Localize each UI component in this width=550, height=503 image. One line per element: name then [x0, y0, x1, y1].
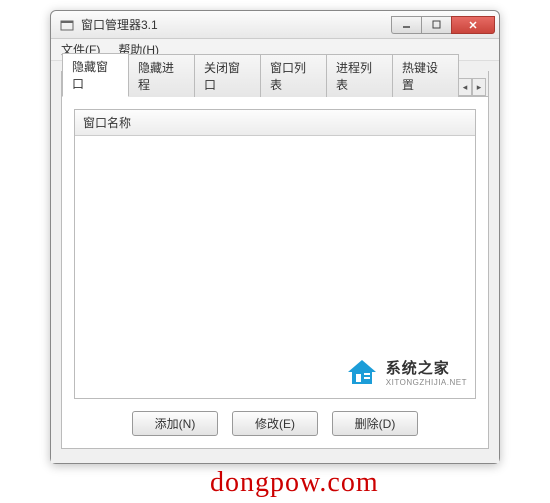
- app-icon: [59, 17, 75, 33]
- tab-panel-hide-window: 窗口名称 系统之家 XITONGZHIJIA.NET: [62, 97, 488, 448]
- watermark-en: XITONGZHIJIA.NET: [386, 378, 467, 387]
- maximize-button[interactable]: [421, 16, 451, 34]
- tab-process-list[interactable]: 进程列表: [326, 54, 393, 97]
- edit-button[interactable]: 修改(E): [232, 411, 318, 436]
- watermark: 系统之家 XITONGZHIJIA.NET: [344, 354, 467, 390]
- titlebar[interactable]: 窗口管理器3.1: [51, 11, 499, 39]
- column-header-window-name[interactable]: 窗口名称: [75, 110, 475, 136]
- footer-watermark: dongpow.com: [210, 467, 379, 499]
- window-controls: [391, 16, 495, 34]
- add-button[interactable]: 添加(N): [132, 411, 218, 436]
- house-icon: [344, 354, 380, 390]
- watermark-text: 系统之家 XITONGZHIJIA.NET: [386, 357, 467, 387]
- tab-strip: 隐藏窗口 隐藏进程 关闭窗口 窗口列表 进程列表 热键设置 ◂ ▸: [62, 71, 488, 97]
- tab-hide-process[interactable]: 隐藏进程: [128, 54, 195, 97]
- tab-scroll-nav: ◂ ▸: [458, 78, 488, 96]
- action-button-row: 添加(N) 修改(E) 删除(D): [74, 411, 476, 436]
- window-list-box[interactable]: 窗口名称 系统之家 XITONGZHIJIA.NET: [74, 109, 476, 399]
- window-title: 窗口管理器3.1: [81, 16, 391, 33]
- tab-hotkey-settings[interactable]: 热键设置: [392, 54, 459, 97]
- tab-scroll-left-icon[interactable]: ◂: [458, 78, 472, 96]
- minimize-button[interactable]: [391, 16, 421, 34]
- close-button[interactable]: [451, 16, 495, 34]
- tab-scroll-right-icon[interactable]: ▸: [472, 78, 486, 96]
- client-area: 隐藏窗口 隐藏进程 关闭窗口 窗口列表 进程列表 热键设置 ◂ ▸ 窗口名称: [51, 61, 499, 463]
- tab-close-window[interactable]: 关闭窗口: [194, 54, 261, 97]
- tab-window-list[interactable]: 窗口列表: [260, 54, 327, 97]
- watermark-cn: 系统之家: [386, 357, 467, 378]
- tab-hide-window[interactable]: 隐藏窗口: [62, 53, 129, 97]
- delete-button[interactable]: 删除(D): [332, 411, 418, 436]
- app-window: 窗口管理器3.1 文件(F) 帮助(H) 隐藏窗口 隐藏进程 关闭窗口 窗口列表…: [50, 10, 500, 464]
- tab-container: 隐藏窗口 隐藏进程 关闭窗口 窗口列表 进程列表 热键设置 ◂ ▸ 窗口名称: [61, 71, 489, 449]
